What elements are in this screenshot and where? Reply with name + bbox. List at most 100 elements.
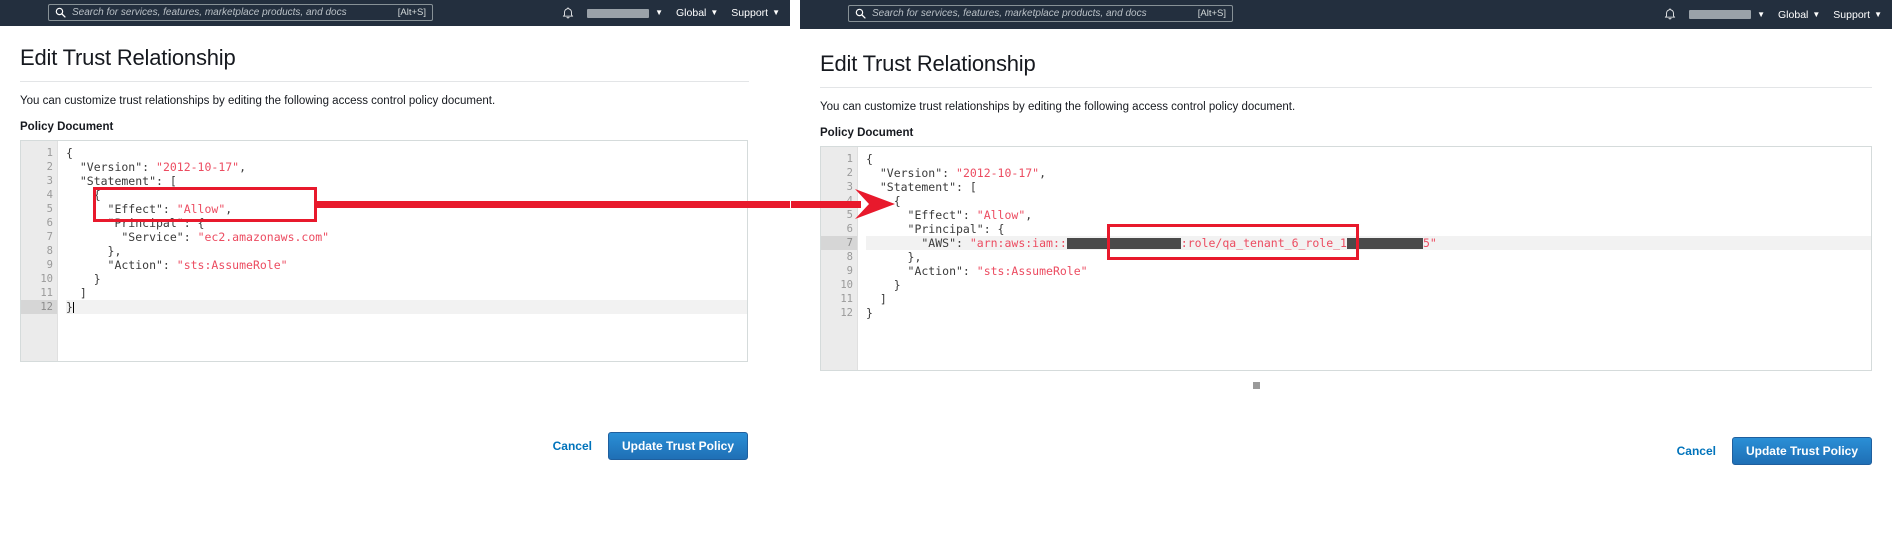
chevron-down-icon: ▼	[1812, 11, 1820, 19]
code-line: "Service": "ec2.amazonaws.com"	[66, 230, 747, 244]
line-number: 7	[21, 230, 57, 244]
json-token: },	[866, 250, 921, 264]
search-input[interactable]: Search for services, features, marketpla…	[848, 5, 1233, 22]
code-line: "Statement": [	[66, 174, 747, 188]
json-token: "Action":	[866, 264, 977, 278]
line-number: 10	[21, 272, 57, 286]
editor-code-area[interactable]: { "Version": "2012-10-17", "Statement": …	[58, 141, 747, 361]
update-trust-policy-button[interactable]: Update Trust Policy	[608, 432, 748, 460]
code-line: "Version": "2012-10-17",	[66, 160, 747, 174]
code-line: }	[866, 278, 1871, 292]
code-line: },	[866, 250, 1871, 264]
code-line: "AWS": "arn:aws:iam:::role/qa_tenant_6_r…	[866, 236, 1871, 250]
support-label: Support	[1833, 9, 1870, 21]
policy-editor[interactable]: 1▾23▾4▾56▾789101112 { "Version": "2012-1…	[820, 146, 1872, 371]
line-number: 12	[21, 300, 57, 314]
redacted-text	[1347, 238, 1423, 249]
nav-right-cluster: ▼ Global ▼ Support ▼	[562, 0, 780, 26]
editor-code-area[interactable]: { "Version": "2012-10-17", "Statement": …	[858, 147, 1871, 370]
chevron-down-icon: ▼	[772, 9, 780, 17]
json-token: "Statement": [	[866, 180, 977, 194]
json-token: "Principal": {	[866, 222, 1004, 236]
line-number: 2	[21, 160, 57, 174]
search-icon	[855, 8, 866, 19]
line-number: 5	[21, 202, 57, 216]
line-number: 4▾	[821, 194, 857, 208]
bell-icon[interactable]	[562, 7, 574, 20]
json-string: "ec2.amazonaws.com"	[198, 230, 330, 244]
account-menu[interactable]: ▼	[1689, 10, 1765, 19]
code-line: "Action": "sts:AssumeRole"	[66, 258, 747, 272]
code-line: "Principal": {	[866, 222, 1871, 236]
chevron-down-icon: ▼	[655, 9, 663, 17]
json-token: "Version":	[66, 160, 156, 174]
resize-handle[interactable]	[1253, 382, 1260, 389]
support-menu[interactable]: Support ▼	[731, 7, 780, 19]
json-token: ]	[866, 292, 887, 306]
line-number: 3▾	[21, 174, 57, 188]
line-number: 10	[821, 278, 857, 292]
page-title: Edit Trust Relationship	[20, 45, 770, 71]
line-number: 2	[821, 166, 857, 180]
support-label: Support	[731, 7, 768, 19]
json-string: "Allow"	[177, 202, 225, 216]
json-token: {	[66, 146, 73, 160]
code-line: {	[66, 146, 747, 160]
title-divider	[820, 87, 1872, 88]
code-line: "Effect": "Allow",	[866, 208, 1871, 222]
page-title: Edit Trust Relationship	[820, 51, 1872, 77]
json-string: "Allow"	[977, 208, 1025, 222]
line-number: 9	[21, 258, 57, 272]
line-number: 12	[821, 306, 857, 320]
search-placeholder-text: Search for services, features, marketpla…	[72, 7, 398, 18]
json-token: {	[866, 194, 901, 208]
line-number: 8	[821, 250, 857, 264]
search-shortcut-hint: [Alt+S]	[1198, 8, 1226, 19]
json-token: {	[66, 188, 101, 202]
code-line: }	[866, 306, 1871, 320]
json-token: "Statement": [	[66, 174, 177, 188]
page-content: Edit Trust Relationship You can customiz…	[800, 51, 1892, 371]
json-token: },	[66, 244, 121, 258]
line-number: 7	[821, 236, 857, 250]
code-line: },	[66, 244, 747, 258]
line-number: 6▾	[21, 216, 57, 230]
json-token: }	[866, 278, 901, 292]
account-menu[interactable]: ▼	[587, 9, 663, 18]
cancel-button[interactable]: Cancel	[1677, 444, 1716, 458]
bell-icon[interactable]	[1664, 8, 1676, 21]
code-line: }	[66, 300, 747, 314]
policy-editor[interactable]: 1▾23▾4▾56▾789101112 { "Version": "2012-1…	[20, 140, 748, 362]
json-token: ,	[1025, 208, 1032, 222]
line-number: 4▾	[21, 188, 57, 202]
line-number: 3▾	[821, 180, 857, 194]
comparison-screenshot: Search for services, features, marketpla…	[0, 0, 1892, 548]
form-actions: Cancel Update Trust Policy	[820, 437, 1872, 465]
json-token: }	[66, 300, 73, 314]
account-name-redacted	[587, 9, 649, 18]
line-number: 1▾	[821, 152, 857, 166]
region-menu[interactable]: Global ▼	[1778, 9, 1820, 21]
search-input[interactable]: Search for services, features, marketpla…	[48, 4, 433, 21]
chevron-down-icon: ▼	[1874, 11, 1882, 19]
policy-document-label: Policy Document	[20, 121, 770, 133]
line-number: 5	[821, 208, 857, 222]
code-line: }	[66, 272, 747, 286]
editor-gutter: 1▾23▾4▾56▾789101112	[821, 147, 857, 370]
json-token: ,	[225, 202, 232, 216]
search-shortcut-hint: [Alt+S]	[398, 7, 426, 18]
update-trust-policy-button[interactable]: Update Trust Policy	[1732, 437, 1872, 465]
json-string: "sts:AssumeRole"	[977, 264, 1088, 278]
editor-gutter: 1▾23▾4▾56▾789101112	[21, 141, 57, 361]
json-string: :role/qa_tenant_6_role_1	[1181, 236, 1347, 250]
code-line: {	[66, 188, 747, 202]
region-menu[interactable]: Global ▼	[676, 7, 718, 19]
json-token: "Effect":	[866, 208, 977, 222]
account-name-redacted	[1689, 10, 1751, 19]
region-label: Global	[676, 7, 706, 19]
panel-separator	[790, 0, 791, 548]
support-menu[interactable]: Support ▼	[1833, 9, 1882, 21]
cancel-button[interactable]: Cancel	[553, 439, 592, 453]
code-line: {	[866, 152, 1871, 166]
json-string: "sts:AssumeRole"	[177, 258, 288, 272]
